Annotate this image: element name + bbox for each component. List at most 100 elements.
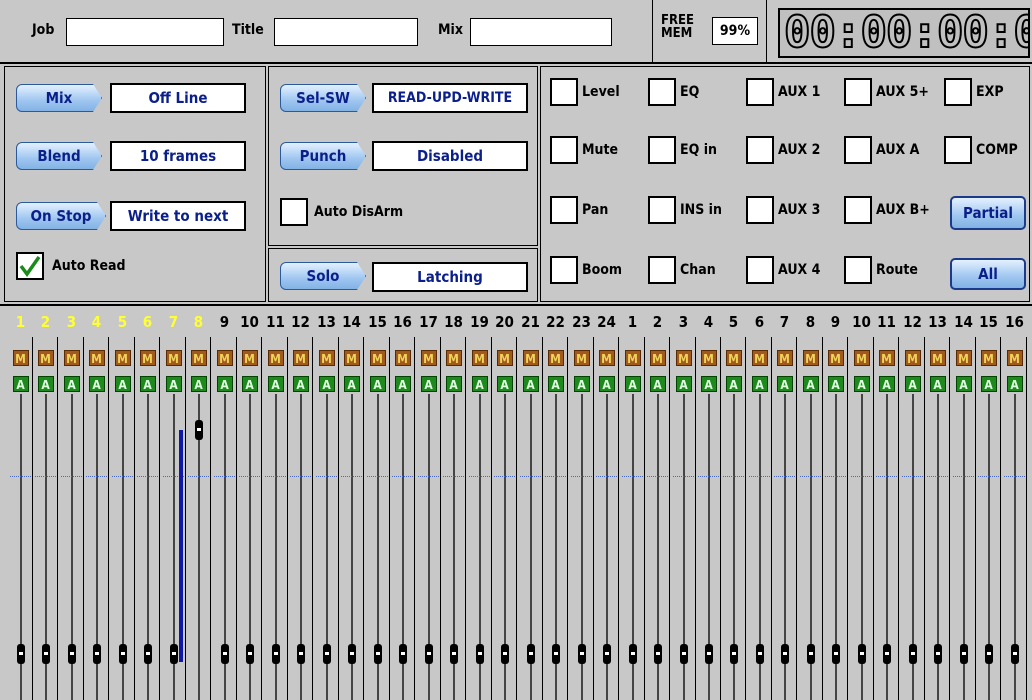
channel-number[interactable]: 20 bbox=[492, 309, 517, 335]
fader-knob[interactable] bbox=[194, 420, 203, 440]
channel-number[interactable]: 8 bbox=[798, 309, 823, 335]
auto-read-button[interactable]: A bbox=[445, 376, 462, 392]
mute-automation-button[interactable]: M bbox=[725, 350, 742, 366]
auto-read-button[interactable]: A bbox=[165, 376, 182, 392]
channel-number[interactable]: 4 bbox=[696, 309, 721, 335]
fader-knob[interactable] bbox=[704, 644, 713, 664]
channel-number[interactable]: 7 bbox=[772, 309, 797, 335]
mute-automation-button[interactable]: M bbox=[369, 350, 386, 366]
channel-number[interactable]: 11 bbox=[874, 309, 899, 335]
channel-number[interactable]: 24 bbox=[594, 309, 619, 335]
fader-knob[interactable] bbox=[857, 644, 866, 664]
channel-number[interactable]: 1 bbox=[620, 309, 645, 335]
auto-read-button[interactable]: A bbox=[776, 376, 793, 392]
auto-read-button[interactable]: A bbox=[929, 376, 946, 392]
auto-read-button[interactable]: A bbox=[496, 376, 513, 392]
auto-read-button[interactable]: A bbox=[292, 376, 309, 392]
fader-knob[interactable] bbox=[347, 644, 356, 664]
auto-read-button[interactable]: A bbox=[369, 376, 386, 392]
fader-knob[interactable] bbox=[577, 644, 586, 664]
channel-number[interactable]: 1 bbox=[8, 309, 33, 335]
auto-read-button[interactable]: A bbox=[394, 376, 411, 392]
mute-automation-button[interactable]: M bbox=[241, 350, 258, 366]
auto-read-button[interactable]: A bbox=[624, 376, 641, 392]
channel-number[interactable]: 12 bbox=[900, 309, 925, 335]
auto-read-button[interactable]: A bbox=[827, 376, 844, 392]
mute-automation-button[interactable]: M bbox=[675, 350, 692, 366]
channel-number[interactable]: 23 bbox=[569, 309, 594, 335]
auto-read-button[interactable]: A bbox=[471, 376, 488, 392]
auto-read-button[interactable]: A bbox=[12, 376, 29, 392]
fader-knob[interactable] bbox=[882, 644, 891, 664]
auto-read-button[interactable]: A bbox=[267, 376, 284, 392]
fader-knob[interactable] bbox=[169, 644, 178, 664]
channel-number[interactable]: 11 bbox=[263, 309, 288, 335]
mute-automation-button[interactable]: M bbox=[980, 350, 997, 366]
auto-read-button[interactable]: A bbox=[522, 376, 539, 392]
auto-read-button[interactable]: A bbox=[139, 376, 156, 392]
auto-read-button[interactable]: A bbox=[980, 376, 997, 392]
fader-knob[interactable] bbox=[271, 644, 280, 664]
channel-number[interactable]: 4 bbox=[84, 309, 109, 335]
fader-knob[interactable] bbox=[245, 644, 254, 664]
mute-automation-button[interactable]: M bbox=[598, 350, 615, 366]
auto-read-button[interactable]: A bbox=[37, 376, 54, 392]
channel-number[interactable]: 5 bbox=[110, 309, 135, 335]
channel-number[interactable]: 13 bbox=[314, 309, 339, 335]
mute-automation-button[interactable]: M bbox=[827, 350, 844, 366]
mute-automation-button[interactable]: M bbox=[904, 350, 921, 366]
auto-read-button[interactable]: A bbox=[63, 376, 80, 392]
mute-automation-button[interactable]: M bbox=[700, 350, 717, 366]
channel-number[interactable]: 7 bbox=[161, 309, 186, 335]
mute-automation-button[interactable]: M bbox=[63, 350, 80, 366]
fader-knob[interactable] bbox=[755, 644, 764, 664]
auto-read-button[interactable]: A bbox=[955, 376, 972, 392]
channel-number[interactable]: 9 bbox=[823, 309, 848, 335]
fader-knob[interactable] bbox=[322, 644, 331, 664]
auto-read-button[interactable]: A bbox=[343, 376, 360, 392]
channel-number[interactable]: 12 bbox=[288, 309, 313, 335]
auto-read-button[interactable]: A bbox=[649, 376, 666, 392]
fader-knob[interactable] bbox=[933, 644, 942, 664]
mute-automation-button[interactable]: M bbox=[394, 350, 411, 366]
channel-number[interactable]: 18 bbox=[441, 309, 466, 335]
auto-read-button[interactable]: A bbox=[241, 376, 258, 392]
auto-read-button[interactable]: A bbox=[853, 376, 870, 392]
channel-number[interactable]: 3 bbox=[59, 309, 84, 335]
mute-automation-button[interactable]: M bbox=[853, 350, 870, 366]
auto-read-button[interactable]: A bbox=[802, 376, 819, 392]
channel-number[interactable]: 16 bbox=[390, 309, 415, 335]
channel-number[interactable]: 2 bbox=[33, 309, 58, 335]
auto-read-button[interactable]: A bbox=[725, 376, 742, 392]
auto-read-button[interactable]: A bbox=[1006, 376, 1023, 392]
fader-knob[interactable] bbox=[653, 644, 662, 664]
channel-number[interactable]: 19 bbox=[467, 309, 492, 335]
auto-read-button[interactable]: A bbox=[88, 376, 105, 392]
fader-knob[interactable] bbox=[296, 644, 305, 664]
fader-knob[interactable] bbox=[984, 644, 993, 664]
channel-number[interactable]: 3 bbox=[671, 309, 696, 335]
mute-automation-button[interactable]: M bbox=[292, 350, 309, 366]
fader-knob[interactable] bbox=[628, 644, 637, 664]
channel-number[interactable]: 14 bbox=[339, 309, 364, 335]
mute-automation-button[interactable]: M bbox=[216, 350, 233, 366]
channel-number[interactable]: 22 bbox=[543, 309, 568, 335]
mute-automation-button[interactable]: M bbox=[929, 350, 946, 366]
channel-number[interactable]: 21 bbox=[518, 309, 543, 335]
mute-automation-button[interactable]: M bbox=[471, 350, 488, 366]
fader-knob[interactable] bbox=[780, 644, 789, 664]
auto-read-button[interactable]: A bbox=[547, 376, 564, 392]
fader-knob[interactable] bbox=[551, 644, 560, 664]
fader-knob[interactable] bbox=[67, 644, 76, 664]
mute-automation-button[interactable]: M bbox=[649, 350, 666, 366]
fader-knob[interactable] bbox=[92, 644, 101, 664]
fader-knob[interactable] bbox=[424, 644, 433, 664]
mute-automation-button[interactable]: M bbox=[420, 350, 437, 366]
fader-knob[interactable] bbox=[118, 644, 127, 664]
mute-automation-button[interactable]: M bbox=[522, 350, 539, 366]
fader-knob[interactable] bbox=[500, 644, 509, 664]
fader-knob[interactable] bbox=[398, 644, 407, 664]
mute-automation-button[interactable]: M bbox=[114, 350, 131, 366]
mute-automation-button[interactable]: M bbox=[267, 350, 284, 366]
mute-automation-button[interactable]: M bbox=[88, 350, 105, 366]
